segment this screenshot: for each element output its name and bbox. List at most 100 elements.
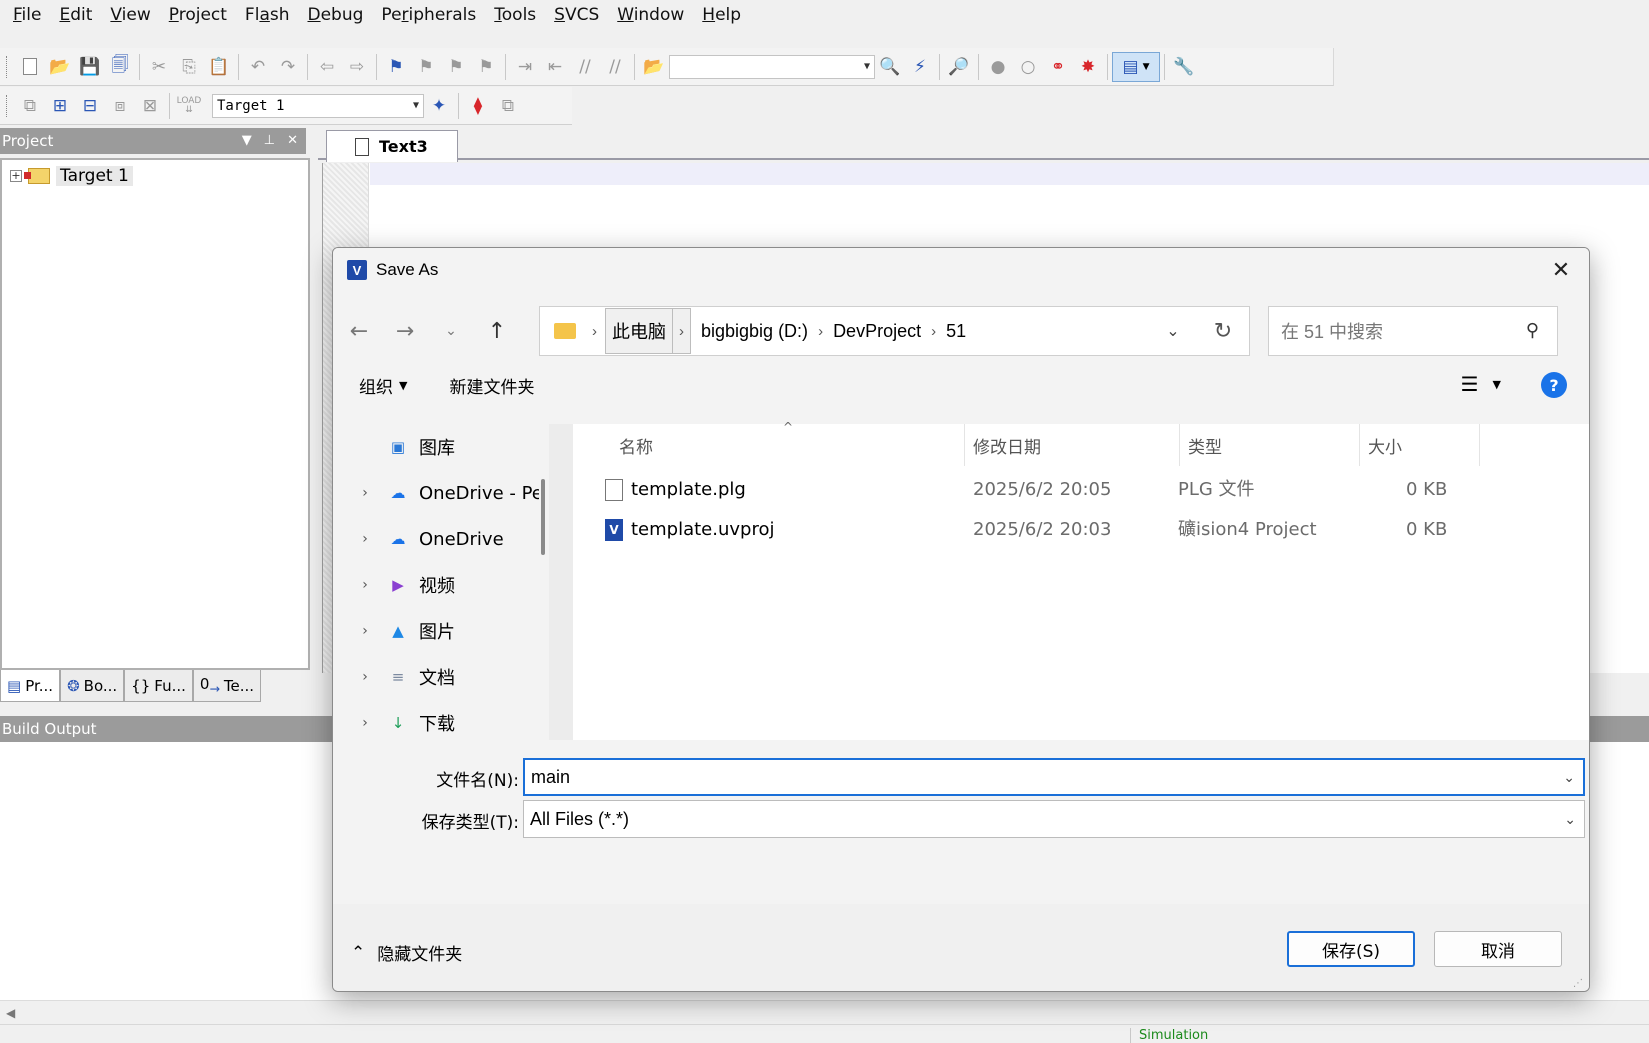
column-size[interactable]: 大小 [1360,424,1480,466]
toolbar-grip[interactable] [6,55,9,78]
breadcrumb-chevron-icon[interactable]: › [672,309,690,353]
menu-item-debug[interactable]: Debug [299,2,373,28]
save-all-icon[interactable]: 🗐 [105,52,135,82]
refresh-icon[interactable]: ↻ [1197,318,1249,344]
breadcrumb-51[interactable]: 51 [944,321,968,342]
menu-item-flash[interactable]: Flash [236,2,299,28]
nav-forward-icon[interactable]: ⇨ [342,52,372,82]
batch-build-icon[interactable]: ⧈ [105,91,135,121]
tree-item-target[interactable]: + Target 1 [10,166,133,186]
copy-icon[interactable]: ⎘ [174,52,204,82]
help-icon[interactable]: ? [1541,372,1567,398]
chevron-right-icon[interactable]: › [343,577,387,593]
uncomment-icon[interactable]: // [600,52,630,82]
cancel-button[interactable]: 取消 [1434,931,1562,967]
search-icon[interactable]: ⚲ [1526,320,1539,341]
disable-breakpoint-icon[interactable]: ○ [1013,52,1043,82]
resize-grip-icon[interactable]: ⋰ [1573,978,1583,989]
clear-bookmarks-icon[interactable]: ⚑ [471,52,501,82]
manage-multi-project-icon[interactable]: ⧉ [493,91,523,121]
menu-item-file[interactable]: File [4,2,50,28]
nav-item-1[interactable]: › ☁ OneDrive - Pe [333,470,548,516]
forward-arrow-icon[interactable]: → [385,311,425,351]
rebuild-icon[interactable]: ⊟ [75,91,105,121]
file-row[interactable]: template.plg 2025/6/2 20:05 PLG 文件 0 KB [573,470,1453,510]
breadcrumb-chevron-icon[interactable]: › [923,323,944,340]
build-icon[interactable]: ⊞ [45,91,75,121]
recent-locations-icon[interactable]: ⌄ [431,311,471,351]
disable-all-breakpoints-icon[interactable]: ⚭ [1043,52,1073,82]
chevron-down-icon[interactable]: ⌄ [1564,811,1576,828]
column-type[interactable]: 类型 [1180,424,1360,466]
nav-item-3[interactable]: › ▶ 视频 [333,562,548,608]
new-file-icon[interactable] [15,52,45,82]
horizontal-scrollbar[interactable]: ◀ [0,1000,1649,1024]
menu-item-svcs[interactable]: SVCS [545,2,608,28]
find-combo[interactable]: ▼ [669,54,875,79]
menu-item-tools[interactable]: Tools [485,2,545,28]
indent-icon[interactable]: ⇥ [510,52,540,82]
breadcrumb-devproject[interactable]: DevProject [831,321,923,342]
up-arrow-icon[interactable]: ↑ [477,311,517,351]
nav-back-icon[interactable]: ⇦ [312,52,342,82]
nav-item-0[interactable]: ▣ 图库 [333,424,548,470]
column-name[interactable]: 名称 ^ [573,420,965,466]
address-dropdown-icon[interactable]: ⌄ [1149,321,1197,341]
tab-functions[interactable]: {} Fu... [124,670,193,702]
view-options-button[interactable]: ☰ ▼ [1461,372,1501,396]
save-icon[interactable]: 💾 [75,52,105,82]
scroll-left-icon[interactable]: ◀ [6,1006,15,1020]
open-file-icon[interactable]: 📂 [45,52,75,82]
chevron-right-icon[interactable]: › [343,669,387,685]
chevron-right-icon[interactable]: › [343,531,387,547]
address-bar[interactable]: › 此电脑 › bigbigbig (D:) › DevProject › 51… [539,306,1250,356]
configure-icon[interactable]: 🔧 [1169,52,1199,82]
nav-scrollbar-thumb[interactable] [541,479,545,555]
pin-icon[interactable]: ⊥ [264,128,275,154]
breakpoint-icon[interactable]: ● [983,52,1013,82]
menu-item-window[interactable]: Window [608,2,693,28]
chevron-right-icon[interactable]: › [343,485,387,501]
column-date-modified[interactable]: 修改日期 [965,424,1180,466]
tab-books[interactable]: ❂ Bo... [60,670,125,702]
incremental-find-icon[interactable]: ⚡ [905,52,935,82]
tab-project[interactable]: ▤ Pr... [0,670,61,702]
tab-text3[interactable]: Text3 [326,130,458,162]
target-options-icon[interactable]: ✦ [424,91,454,121]
redo-icon[interactable]: ↷ [273,52,303,82]
chevron-right-icon[interactable]: › [343,715,387,731]
tab-templates[interactable]: 0→ Te... [192,670,262,702]
panel-menu-icon[interactable]: ▼ [242,128,252,154]
close-icon[interactable]: ✕ [1545,254,1577,286]
menu-item-view[interactable]: View [101,2,159,28]
organize-button[interactable]: 组织 ▼ [347,373,419,398]
expand-icon[interactable]: + [10,170,22,182]
find-in-files-icon[interactable]: 📂 [639,52,669,82]
manage-project-items-icon[interactable]: ⧫ [463,91,493,121]
menu-item-edit[interactable]: Edit [50,2,101,28]
debug-session-icon[interactable]: 🔎 [944,52,974,82]
translate-icon[interactable]: ⧉ [15,91,45,121]
bookmark-icon[interactable]: ⚑ [381,52,411,82]
nav-item-5[interactable]: › ≡ 文档 [333,654,548,700]
nav-item-4[interactable]: › ▲ 图片 [333,608,548,654]
chevron-down-icon[interactable]: ⌄ [1563,769,1575,786]
back-arrow-icon[interactable]: ← [339,311,379,351]
find-icon[interactable]: 🔍 [875,52,905,82]
unindent-icon[interactable]: ⇤ [540,52,570,82]
breadcrumb-chevron-icon[interactable]: › [584,323,605,340]
nav-item-2[interactable]: › ☁ OneDrive [333,516,548,562]
search-input[interactable]: 在 51 中搜索 ⚲ [1268,306,1558,356]
menu-item-help[interactable]: Help [693,2,750,28]
file-row[interactable]: Vtemplate.uvproj 2025/6/2 20:03 礦ision4 Pr… [573,510,1453,550]
menu-item-project[interactable]: Project [160,2,236,28]
menu-item-peripherals[interactable]: Peripherals [372,2,485,28]
breadcrumb-this-pc[interactable]: 此电脑 › [605,308,691,354]
paste-icon[interactable]: 📋 [204,52,234,82]
prev-bookmark-icon[interactable]: ⚑ [411,52,441,82]
target-select[interactable]: Target 1 ▼ [212,93,424,118]
filetype-select[interactable]: All Files (*.*) ⌄ [523,800,1585,838]
breadcrumb-drive[interactable]: bigbigbig (D:) [699,321,810,342]
filename-input[interactable]: main ⌄ [523,758,1585,796]
kill-all-breakpoints-icon[interactable]: ✸ [1073,52,1103,82]
